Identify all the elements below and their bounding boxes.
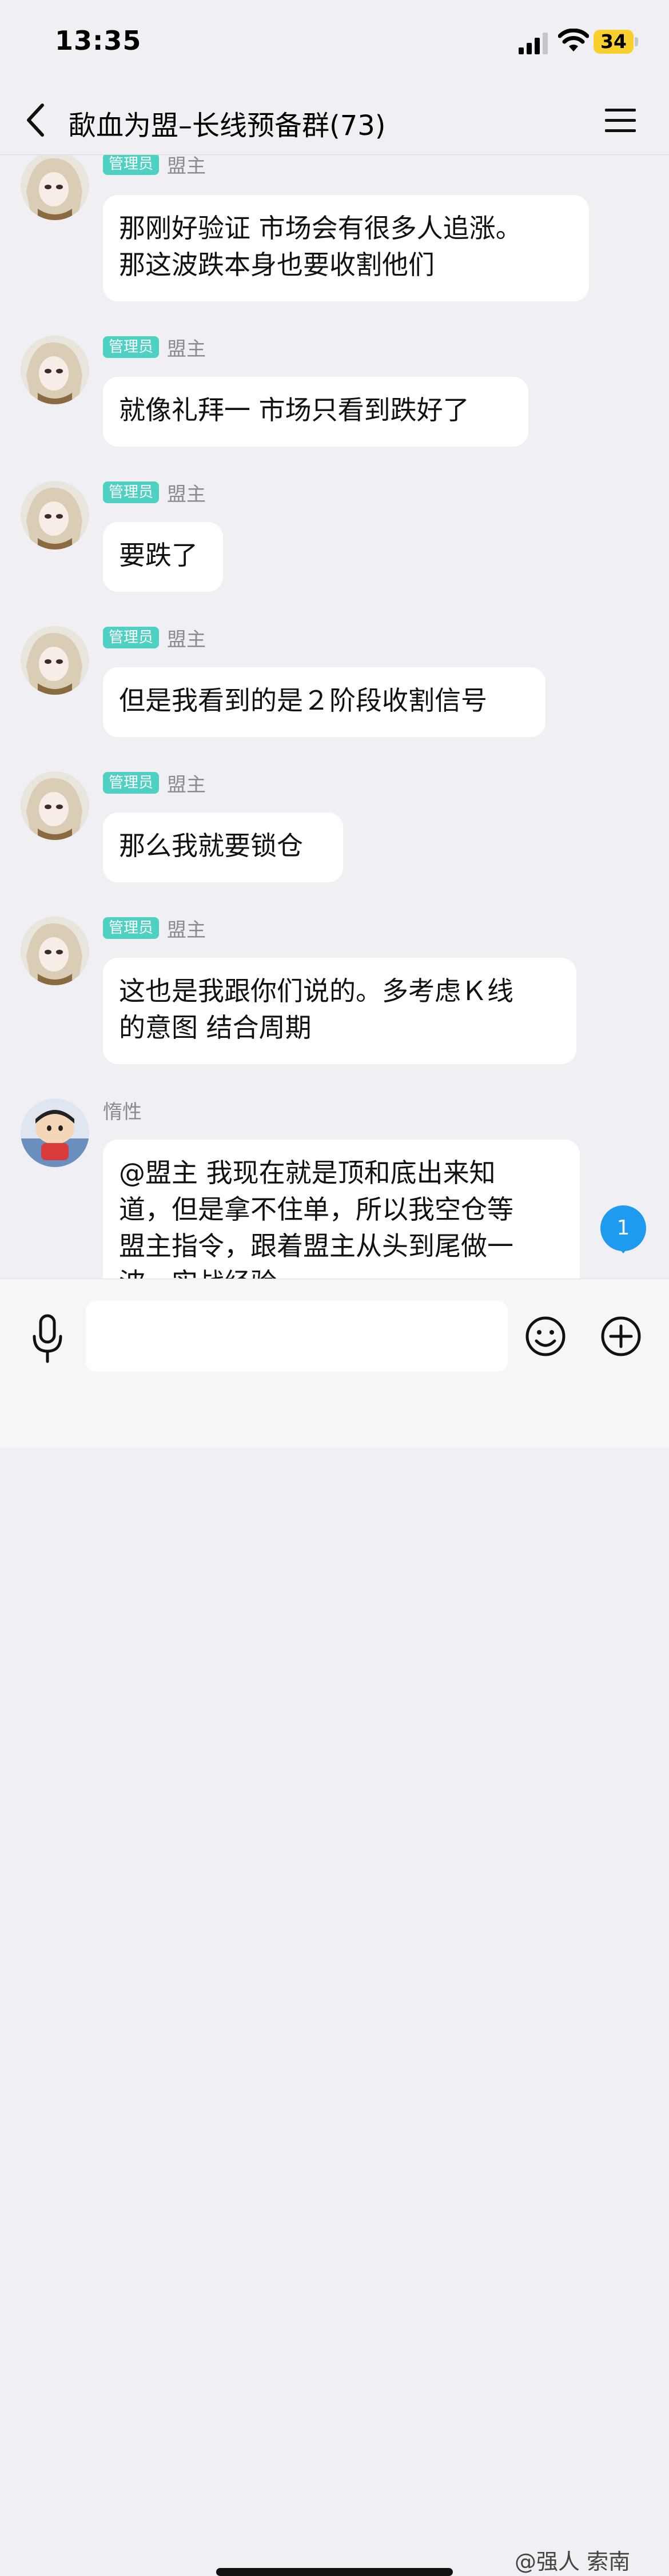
status-time: 13:35: [55, 25, 142, 56]
message-list[interactable]: 管理员 盟主 那刚好验证 市场会有很多人追涨。 那这波跌本身也要收割他们 管理员…: [0, 155, 669, 1279]
avatar[interactable]: [21, 155, 89, 220]
anime-girl-avatar-icon: [21, 771, 89, 840]
avatar[interactable]: [21, 626, 89, 695]
message-bubble[interactable]: 那刚好验证 市场会有很多人追涨。 那这波跌本身也要收割他们: [103, 195, 589, 301]
anime-girl-avatar-icon: [21, 626, 89, 695]
avatar[interactable]: [21, 1098, 89, 1167]
admin-badge: 管理员: [103, 155, 160, 175]
cellular-signal-icon: [519, 33, 548, 54]
status-bar: 13:35 34: [0, 0, 669, 86]
cartoon-boy-avatar-icon: [21, 1098, 89, 1167]
sender-meta: 惰性: [103, 1098, 142, 1124]
avatar[interactable]: [21, 771, 89, 840]
wifi-icon: [558, 29, 589, 51]
watermark: @强人 索南: [515, 2549, 631, 2574]
sender-meta: 管理员 盟主: [103, 155, 206, 178]
plus-icon[interactable]: [600, 1316, 642, 1357]
sender-meta: 管理员 盟主: [103, 481, 206, 506]
admin-badge: 管理员: [103, 772, 160, 794]
message-bubble[interactable]: 这也是我跟你们说的。多考虑Ｋ线 的意图 结合周期: [103, 958, 576, 1064]
message-bubble[interactable]: @盟主 我现在就是顶和底出来知 道，但是拿不住单，所以我空仓等 盟主指令，跟着盟…: [103, 1140, 580, 1279]
microphone-icon[interactable]: [30, 1313, 65, 1365]
avatar[interactable]: [21, 481, 89, 550]
sender-name: 盟主: [167, 337, 206, 361]
unread-count-badge[interactable]: 1: [600, 1205, 646, 1251]
admin-badge: 管理员: [103, 336, 160, 358]
anime-girl-avatar-icon: [21, 155, 89, 220]
battery-level: 34: [594, 30, 634, 54]
sender-meta: 管理员 盟主: [103, 771, 206, 797]
sender-name: 盟主: [167, 483, 206, 506]
battery-indicator: 34: [594, 30, 638, 54]
sender-name: 盟主: [167, 628, 206, 651]
back-chevron-icon[interactable]: [23, 102, 48, 138]
anime-girl-avatar-icon: [21, 336, 89, 404]
sender-meta: 管理员 盟主: [103, 917, 206, 942]
input-bar: @强人 索南: [0, 1279, 669, 2576]
message-bubble[interactable]: 就像礼拜一 市场只看到跌好了: [103, 377, 528, 447]
nav-bar: 歃血为盟–长线预备群(73): [0, 86, 669, 155]
chat-title: 歃血为盟–长线预备群(73): [69, 110, 386, 142]
sender-name: 盟主: [167, 155, 206, 178]
menu-icon[interactable]: [605, 108, 636, 134]
sender-meta: 管理员 盟主: [103, 336, 206, 361]
message-bubble[interactable]: 那么我就要锁仓: [103, 813, 343, 882]
sender-name: 盟主: [167, 773, 206, 797]
sender-name: 盟主: [167, 918, 206, 942]
message-input[interactable]: [86, 1301, 508, 1372]
message-bubble[interactable]: 但是我看到的是２阶段收割信号: [103, 667, 545, 737]
emoji-icon[interactable]: [525, 1316, 566, 1357]
anime-girl-avatar-icon: [21, 481, 89, 550]
admin-badge: 管理员: [103, 481, 160, 503]
sender-name: 惰性: [103, 1100, 142, 1124]
unread-badge-tail: [616, 1245, 630, 1253]
sender-meta: 管理员 盟主: [103, 626, 206, 651]
admin-badge: 管理员: [103, 917, 160, 939]
home-indicator[interactable]: [216, 2568, 453, 2576]
admin-badge: 管理员: [103, 627, 160, 648]
message-bubble[interactable]: 要跌了: [103, 522, 223, 592]
avatar[interactable]: [21, 917, 89, 985]
anime-girl-avatar-icon: [21, 917, 89, 985]
avatar[interactable]: [21, 336, 89, 404]
battery-nub: [635, 37, 638, 46]
